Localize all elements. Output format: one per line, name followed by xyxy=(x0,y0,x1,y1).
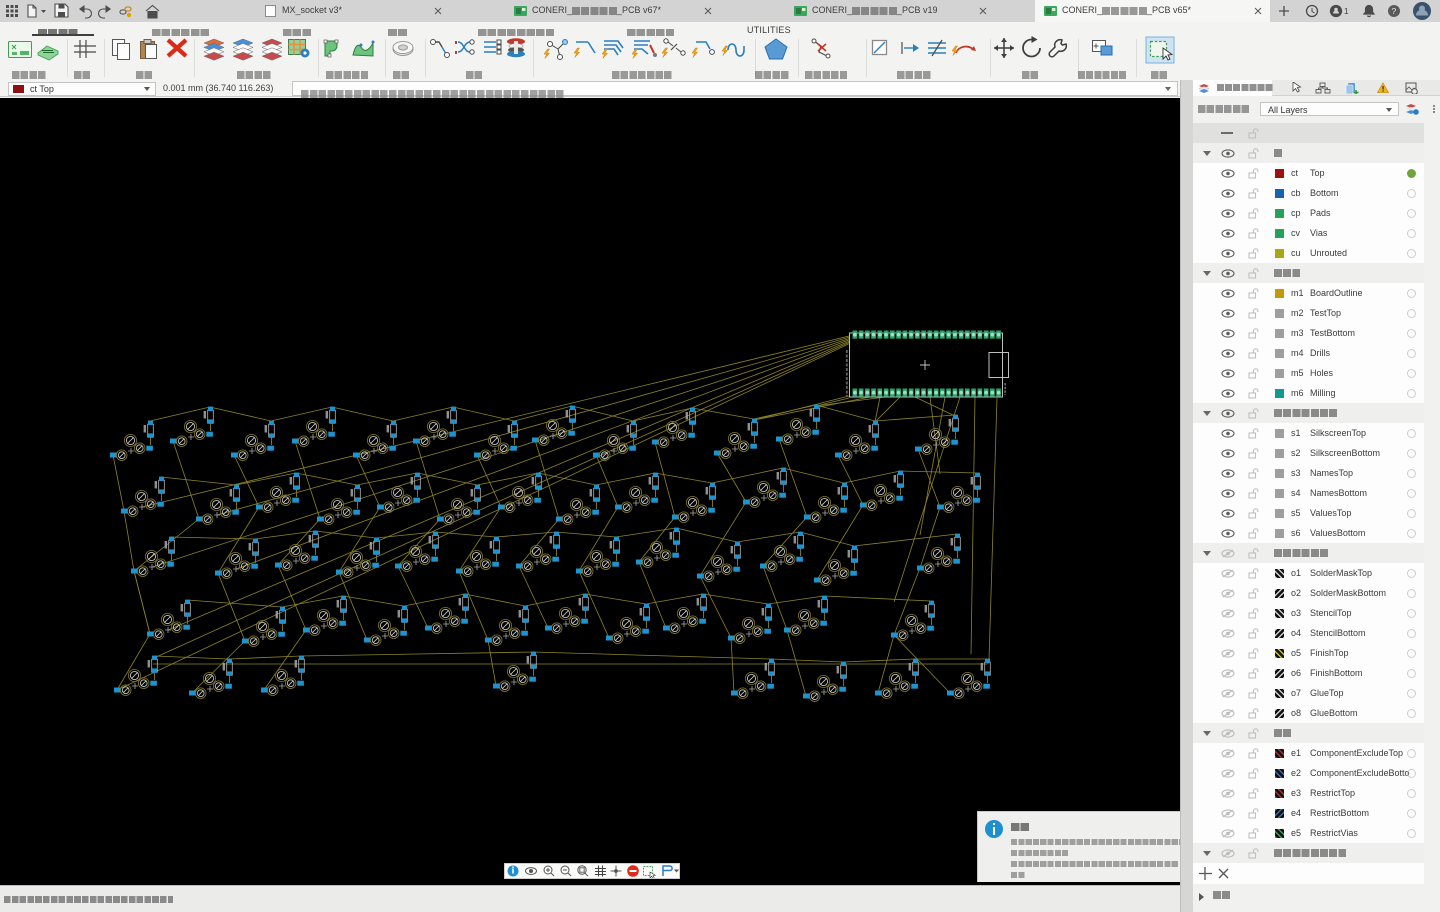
svg-text:?: ? xyxy=(1392,6,1397,16)
svg-text:1: 1 xyxy=(1344,7,1349,16)
